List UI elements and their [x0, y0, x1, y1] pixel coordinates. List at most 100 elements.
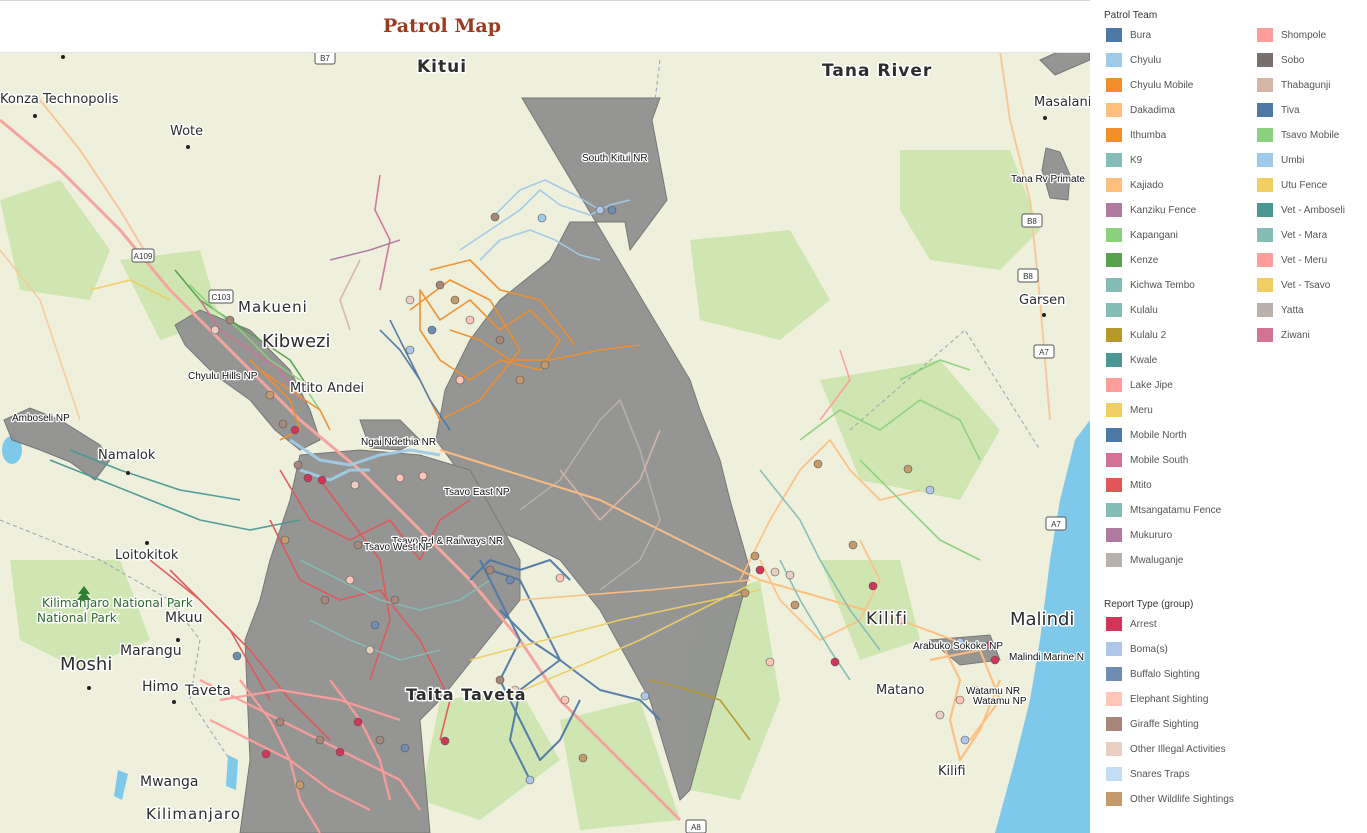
- legend-swatch: [1257, 253, 1273, 267]
- road-label-a7-2: A7: [1051, 520, 1061, 529]
- legend-item-team[interactable]: Kapangani: [1106, 227, 1178, 243]
- place-marangu: Marangu: [120, 643, 182, 659]
- legend-item-team[interactable]: Meru: [1106, 402, 1153, 418]
- place-makueni: Makueni: [238, 298, 308, 316]
- legend-label: Arrest: [1130, 618, 1157, 630]
- place-matano: Matano: [876, 683, 924, 698]
- place-kilimanjaro: Kilimanjaro: [146, 805, 241, 823]
- legend-item-team[interactable]: Vet - Mara: [1257, 227, 1327, 243]
- legend-item-team[interactable]: Chyulu: [1106, 52, 1161, 68]
- legend-item-report-type[interactable]: Buffalo Sighting: [1106, 666, 1200, 682]
- legend-swatch: [1257, 278, 1273, 292]
- legend-swatch: [1106, 503, 1122, 517]
- legend-item-team[interactable]: Lake Jipe: [1106, 377, 1173, 393]
- road-label-a8: A8: [691, 823, 701, 832]
- legend-item-team[interactable]: Mtito: [1106, 477, 1152, 493]
- legend-item-team[interactable]: Ithumba: [1106, 127, 1166, 143]
- legend-item-team[interactable]: Mobile North: [1106, 427, 1187, 443]
- legend-label: Elephant Sighting: [1130, 693, 1209, 705]
- label-south-kitui-nr: South Kitui NR: [582, 153, 648, 164]
- legend-swatch: [1106, 453, 1122, 467]
- legend-item-team[interactable]: Mwaluganje: [1106, 552, 1183, 568]
- legend-item-team[interactable]: Shompole: [1257, 27, 1326, 43]
- place-kilimanjaro-np-2: National Park: [37, 611, 117, 625]
- legend-item-report-type[interactable]: Other Wildlife Sightings: [1106, 791, 1234, 807]
- legend-label: Sobo: [1281, 54, 1305, 66]
- legend-item-team[interactable]: Vet - Meru: [1257, 252, 1327, 268]
- legend-label: Kanziku Fence: [1130, 204, 1197, 216]
- legend-label: Kapangani: [1130, 229, 1178, 241]
- legend-swatch: [1106, 353, 1122, 367]
- legend-item-team[interactable]: Bura: [1106, 27, 1151, 43]
- legend-item-team[interactable]: Kanziku Fence: [1106, 202, 1196, 218]
- legend-item-team[interactable]: Mobile South: [1106, 452, 1188, 468]
- legend-label: Kwale: [1130, 354, 1158, 366]
- legend-item-team[interactable]: Utu Fence: [1257, 177, 1327, 193]
- label-tana-rv-primate: Tana Rv Primate: [1011, 174, 1085, 185]
- label-malindi-marine: Malindi Marine N: [1009, 652, 1084, 663]
- legend-swatch: [1106, 478, 1122, 492]
- legend-swatch: [1106, 617, 1122, 631]
- legend-item-team[interactable]: Thabagunji: [1257, 77, 1330, 93]
- road-label-c103: C103: [211, 293, 231, 302]
- legend-item-team[interactable]: Yatta: [1257, 302, 1304, 318]
- legend-item-team[interactable]: Ziwani: [1257, 327, 1310, 343]
- place-mtito-andei: Mtito Andei: [290, 381, 364, 396]
- lake-jipe: [226, 755, 238, 790]
- legend-swatch: [1106, 153, 1122, 167]
- legend-item-team[interactable]: Vet - Amboseli: [1257, 202, 1345, 218]
- legend-item-team[interactable]: Vet - Tsavo: [1257, 277, 1330, 293]
- legend-item-team[interactable]: Sobo: [1257, 52, 1304, 68]
- legend-swatch: [1106, 742, 1122, 756]
- legend-label: K9: [1130, 154, 1143, 166]
- legend-item-team[interactable]: Chyulu Mobile: [1106, 77, 1193, 93]
- legend-label: Mtsangatamu Fence: [1130, 504, 1222, 516]
- legend-swatch: [1106, 792, 1122, 806]
- legend-label: Lake Jipe: [1130, 379, 1173, 391]
- legend-label: Vet - Amboseli: [1281, 204, 1345, 216]
- legend-item-team[interactable]: Kwale: [1106, 352, 1157, 368]
- legend-item-team[interactable]: Mtsangatamu Fence: [1106, 502, 1221, 518]
- legend-item-team[interactable]: Kulalu 2: [1106, 327, 1166, 343]
- label-watamu-np: Watamu NP: [973, 696, 1027, 707]
- legend-item-report-type[interactable]: Other Illegal Activities: [1106, 741, 1226, 757]
- legend-item-team[interactable]: Kajiado: [1106, 177, 1163, 193]
- legend-item-team[interactable]: Kulalu: [1106, 302, 1158, 318]
- legend-item-team[interactable]: Tiva: [1257, 102, 1300, 118]
- legend-swatch: [1106, 378, 1122, 392]
- legend-swatch: [1106, 28, 1122, 42]
- legend-label: Ithumba: [1130, 129, 1167, 141]
- legend-swatch: [1106, 667, 1122, 681]
- map-canvas[interactable]: B7 A109 B8 B8 A7 A7 A8 C103 Kitui Tana R…: [0, 51, 1090, 833]
- patrol-map[interactable]: B7 A109 B8 B8 A7 A7 A8 C103 Kitui Tana R…: [0, 51, 1090, 833]
- legend-item-team[interactable]: Dakadima: [1106, 102, 1175, 118]
- legend-swatch: [1106, 692, 1122, 706]
- legend-item-team[interactable]: Umbi: [1257, 152, 1304, 168]
- legend-item-team[interactable]: Kenze: [1106, 252, 1158, 268]
- place-namalok: Namalok: [98, 448, 156, 463]
- legend-item-team[interactable]: Mukururo: [1106, 527, 1172, 543]
- legend-label: Mobile South: [1130, 454, 1189, 466]
- legend-item-report-type[interactable]: Elephant Sighting: [1106, 691, 1208, 707]
- legend-swatch: [1106, 53, 1122, 67]
- legend-label: Tsavo Mobile: [1281, 129, 1340, 141]
- legend-swatch: [1106, 253, 1122, 267]
- legend-swatch: [1257, 53, 1273, 67]
- legend-item-report-type[interactable]: Giraffe Sighting: [1106, 716, 1199, 732]
- legend-label: Kajiado: [1130, 179, 1164, 191]
- legend-swatch: [1257, 178, 1273, 192]
- legend-item-report-type[interactable]: Arrest: [1106, 616, 1157, 632]
- place-moshi: Moshi: [60, 654, 112, 675]
- legend-item-team[interactable]: Kichwa Tembo: [1106, 277, 1195, 293]
- legend-label: Vet - Meru: [1281, 254, 1328, 266]
- legend-label: Vet - Mara: [1281, 229, 1328, 241]
- label-chyulu-hills-np: Chyulu Hills NP: [188, 371, 258, 382]
- legend-item-report-type[interactable]: Boma(s): [1106, 641, 1168, 657]
- legend-item-team[interactable]: Tsavo Mobile: [1257, 127, 1339, 143]
- legend-label: Chyulu: [1130, 54, 1162, 66]
- legend-item-report-type[interactable]: Snares Traps: [1106, 766, 1189, 782]
- legend-label: Chyulu Mobile: [1130, 79, 1194, 91]
- legend-swatch: [1257, 128, 1273, 142]
- legend-item-team[interactable]: K9: [1106, 152, 1142, 168]
- page-title: Patrol Map: [383, 15, 502, 37]
